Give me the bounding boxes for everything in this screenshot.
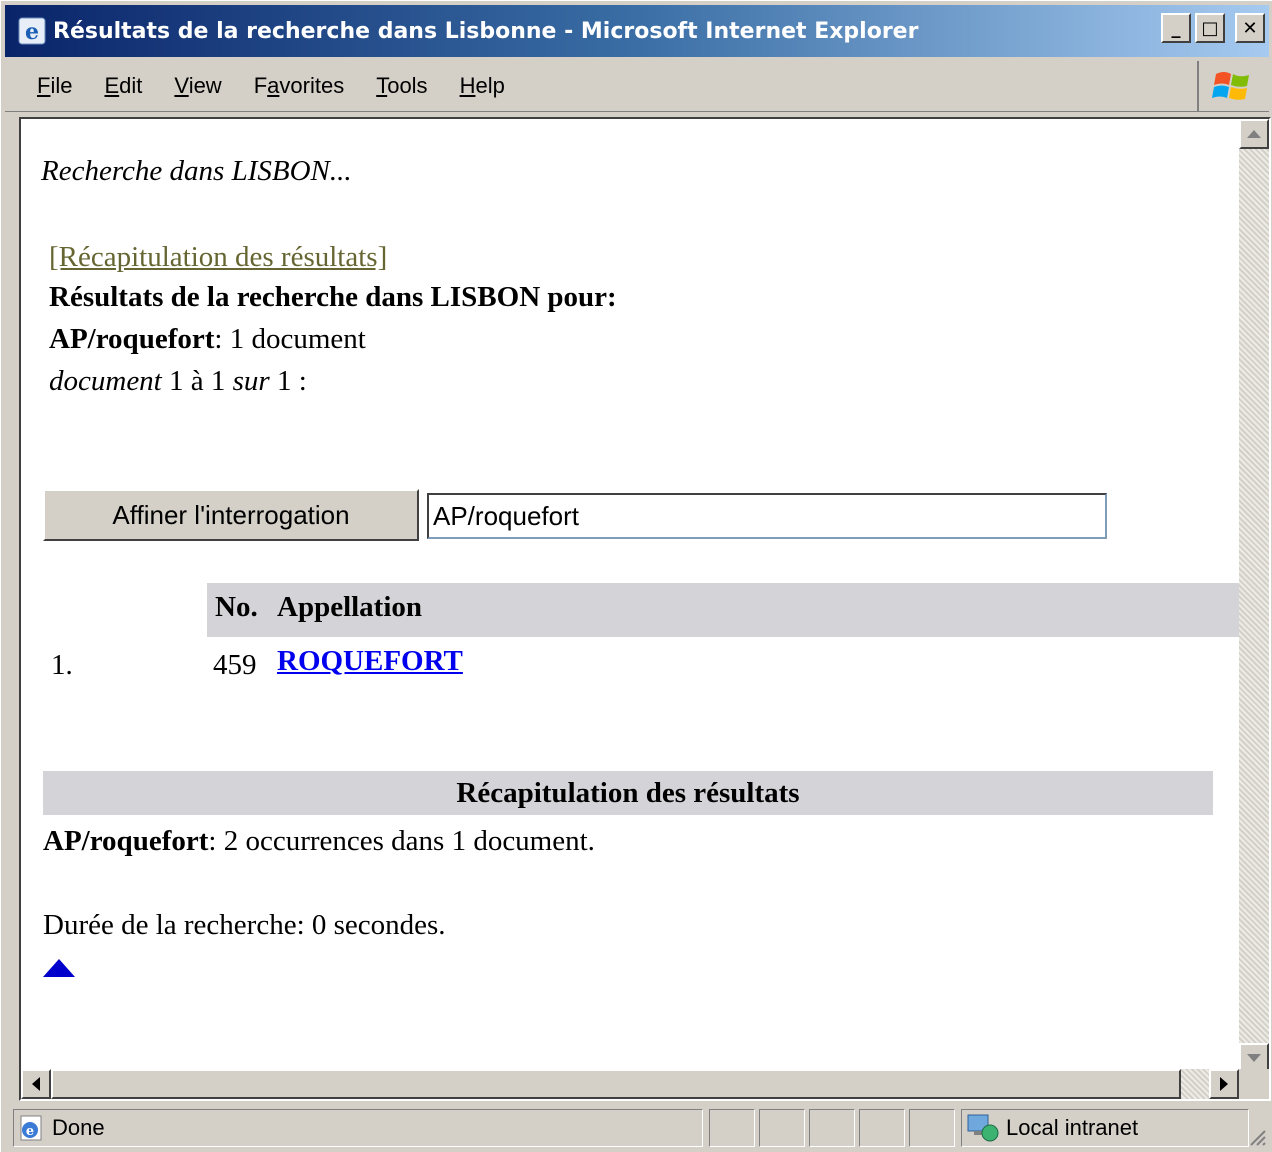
- scroll-right-button[interactable]: [1209, 1069, 1239, 1099]
- close-button[interactable]: ✕: [1235, 13, 1265, 43]
- svg-text:e: e: [25, 19, 39, 45]
- menu-file[interactable]: File: [5, 66, 88, 106]
- menu-view-label: iew: [188, 73, 222, 98]
- maximize-button[interactable]: □: [1195, 13, 1225, 43]
- arrow-right-icon: [1220, 1077, 1228, 1091]
- minimize-icon: _: [1171, 17, 1181, 39]
- menu-view[interactable]: View: [158, 66, 237, 106]
- menu-file-accel: F: [37, 73, 51, 98]
- browser-window: e Résultats de la recherche dans Lisbonn…: [0, 0, 1272, 1152]
- appellation-link[interactable]: ROQUEFORT: [277, 645, 463, 678]
- security-zone[interactable]: Local intranet: [961, 1109, 1249, 1147]
- range-end: 1 :: [269, 365, 307, 397]
- menu-favorites-label: vorites: [279, 73, 345, 98]
- ie-icon: e: [17, 16, 47, 46]
- table-row-no: 459: [213, 649, 257, 681]
- arrow-left-icon: [32, 1077, 40, 1091]
- menu-help-accel: H: [459, 73, 476, 98]
- status-bar: e Done Local intranet: [5, 1105, 1269, 1149]
- status-pane-2: [759, 1109, 805, 1147]
- close-icon: ✕: [1242, 17, 1258, 39]
- horizontal-scroll-thumb[interactable]: [51, 1069, 1181, 1099]
- search-duration: Durée de la recherche: 0 secondes.: [43, 909, 446, 941]
- content-frame: Recherche dans LISBON... [Récapitulation…: [19, 117, 1271, 1101]
- arrow-down-icon: [1247, 1054, 1261, 1062]
- menu-view-accel: V: [174, 73, 189, 98]
- query-count: : 1 document: [214, 323, 366, 355]
- range-mid: 1 à 1: [161, 365, 233, 397]
- status-text: Done: [52, 1115, 105, 1140]
- results-heading: Résultats de la recherche dans LISBON po…: [49, 281, 617, 313]
- menu-edit-accel: E: [104, 73, 120, 98]
- scroll-corner: [1239, 1069, 1269, 1099]
- zone-text: Local intranet: [1006, 1115, 1139, 1140]
- range-sur-label: sur: [232, 365, 270, 397]
- menu-tools[interactable]: Tools: [360, 66, 443, 106]
- summary-link[interactable]: [Récapitulation des résultats]: [49, 241, 387, 274]
- windows-flag-icon: [1212, 72, 1249, 100]
- refine-query-button[interactable]: Affiner l'interrogation: [43, 489, 419, 541]
- resize-grip-icon[interactable]: [1247, 1127, 1267, 1147]
- searching-text: Recherche dans LISBON...: [41, 155, 352, 187]
- page-done-icon: e: [18, 1114, 46, 1142]
- scroll-left-button[interactable]: [21, 1069, 51, 1099]
- intranet-icon: [966, 1113, 1000, 1143]
- range-doc-label: document: [49, 365, 162, 397]
- title-bar[interactable]: e Résultats de la recherche dans Lisbonn…: [5, 5, 1269, 57]
- status-pane-1: [709, 1109, 755, 1147]
- menu-help[interactable]: Help: [444, 66, 521, 106]
- menu-bar: File Edit View Favorites Tools Help: [5, 61, 1269, 112]
- page-content: Recherche dans LISBON... [Récapitulation…: [21, 119, 1243, 1073]
- query-term: AP/roquefort: [49, 323, 215, 355]
- svg-text:e: e: [26, 1124, 34, 1139]
- range-line: document 1 à 1 sur 1 :: [49, 365, 307, 398]
- menu-tools-accel: T: [376, 73, 388, 98]
- minimize-button[interactable]: _: [1161, 13, 1191, 43]
- scroll-up-button[interactable]: [1239, 119, 1269, 149]
- menu-edit[interactable]: Edit: [88, 66, 158, 106]
- query-count-line: AP/roquefort: 1 document: [49, 323, 366, 356]
- summary-line: AP/roquefort: 2 occurrences dans 1 docum…: [43, 825, 595, 858]
- maximize-icon: □: [1201, 17, 1219, 39]
- menu-help-label: elp: [475, 73, 505, 98]
- back-to-top-icon[interactable]: [43, 959, 75, 977]
- status-pane-3: [809, 1109, 855, 1147]
- column-header-appellation: Appellation: [277, 591, 423, 623]
- windows-logo: [1197, 61, 1265, 111]
- menu-favorites-pre: F: [253, 73, 268, 98]
- results-table-header: No. Appellation: [207, 583, 1243, 637]
- vertical-scrollbar[interactable]: [1239, 119, 1269, 1073]
- window-title: Résultats de la recherche dans Lisbonne …: [53, 18, 919, 44]
- query-input[interactable]: [427, 493, 1107, 539]
- table-row-index: 1.: [51, 649, 73, 681]
- horizontal-scrollbar[interactable]: [21, 1069, 1239, 1099]
- summary-term: AP/roquefort: [43, 825, 209, 857]
- status-pane-5: [909, 1109, 955, 1147]
- status-pane-4: [859, 1109, 905, 1147]
- menu-favorites[interactable]: Favorites: [238, 66, 361, 106]
- menu-file-label: ile: [50, 73, 73, 98]
- menu-tools-label: ools: [387, 73, 428, 98]
- column-header-no: No.: [215, 591, 258, 623]
- summary-heading: Récapitulation des résultats: [43, 771, 1213, 815]
- summary-text: : 2 occurrences dans 1 document.: [208, 825, 595, 857]
- menu-favorites-accel: a: [267, 73, 280, 98]
- arrow-up-icon: [1247, 130, 1261, 138]
- menu-edit-label: dit: [119, 73, 143, 98]
- status-main-pane: e Done: [13, 1109, 703, 1147]
